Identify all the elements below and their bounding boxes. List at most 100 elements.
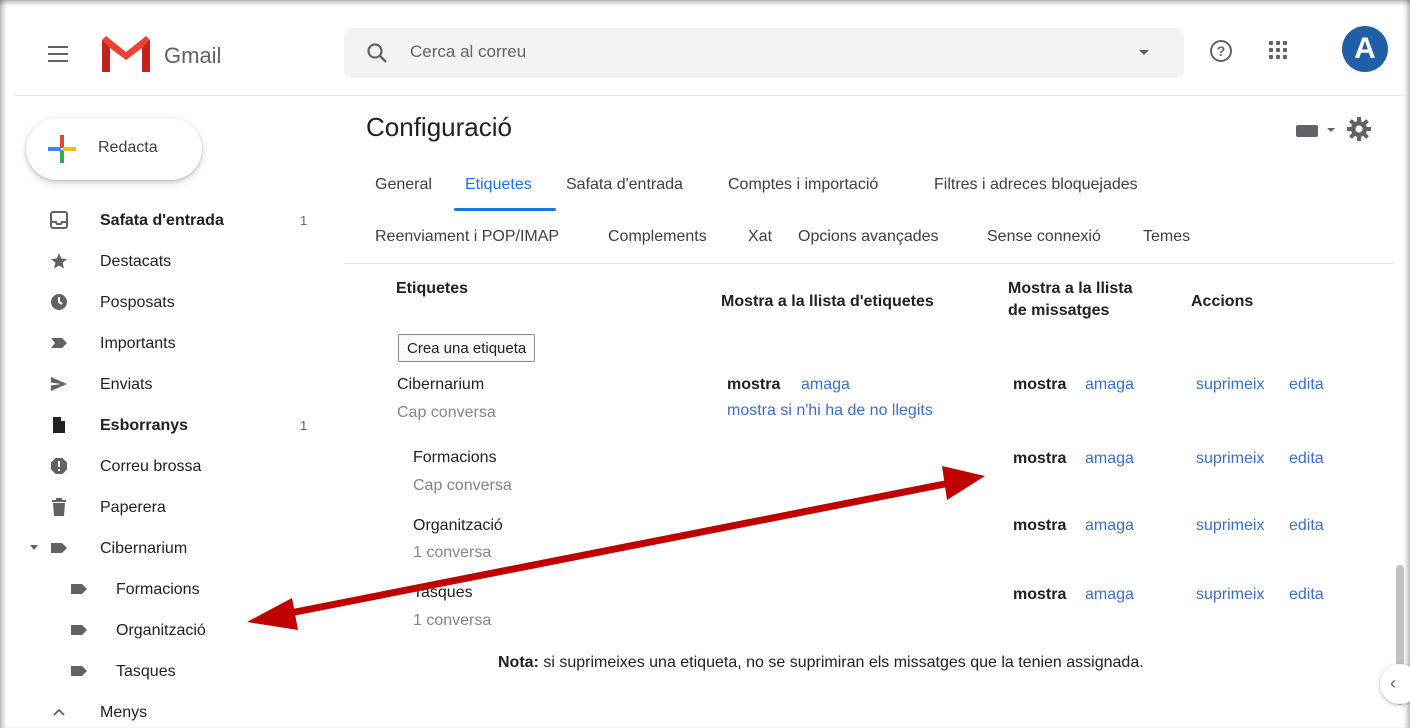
column-header-message-list: Mostra a la llista de missatges bbox=[1008, 278, 1133, 322]
sidebar-item-label: Tasques bbox=[116, 663, 176, 680]
sidebar-item-label: Formacions bbox=[116, 581, 200, 598]
main-menu-button[interactable] bbox=[48, 46, 68, 62]
tab-etiquetes[interactable]: Etiquetes bbox=[465, 176, 532, 194]
sidebar-item-trash[interactable]: Paperera bbox=[20, 487, 320, 528]
sidebar-item-snoozed[interactable]: Posposats bbox=[20, 282, 320, 323]
label-name: Formacions bbox=[413, 449, 497, 466]
sidebar-item-important[interactable]: Importants bbox=[20, 323, 320, 364]
label-name: Cibernarium bbox=[397, 376, 485, 393]
sidebar-item-label: Esborranys bbox=[100, 417, 189, 434]
sidebar-nav: Safata d'entrada 1 Destacats Posposats I… bbox=[20, 200, 320, 728]
label-icon bbox=[71, 666, 87, 676]
sidebar-item-drafts[interactable]: Esborranys 1 bbox=[20, 405, 320, 446]
inbox-icon bbox=[50, 211, 68, 229]
sidebar-item-less[interactable]: Menys bbox=[20, 692, 320, 728]
delete-label-link[interactable]: suprimeix bbox=[1196, 517, 1264, 535]
tab-xat[interactable]: Xat bbox=[748, 228, 772, 246]
search-icon[interactable] bbox=[366, 42, 388, 64]
expand-caret-icon[interactable] bbox=[30, 545, 38, 550]
message-list-show: mostra bbox=[1013, 517, 1067, 534]
trash-icon bbox=[52, 498, 66, 516]
sidebar-item-label: Posposats bbox=[100, 294, 175, 311]
sidebar-item-formacions[interactable]: Formacions bbox=[20, 569, 320, 610]
search-bar[interactable] bbox=[344, 28, 1184, 78]
plus-icon bbox=[48, 135, 76, 163]
sidebar-item-label: Organització bbox=[116, 622, 206, 639]
column-header-label-list: Mostra a la llista d'etiquetes bbox=[721, 293, 934, 310]
apps-grid-icon[interactable] bbox=[1269, 41, 1289, 61]
message-list-hide-link[interactable]: amaga bbox=[1085, 586, 1134, 604]
help-icon[interactable]: ? bbox=[1210, 40, 1232, 62]
message-list-hide-link[interactable]: amaga bbox=[1085, 517, 1134, 535]
edit-label-link[interactable]: edita bbox=[1289, 517, 1324, 535]
note-text: si suprimeixes una etiqueta, no se supri… bbox=[538, 654, 1144, 671]
label-name: Tasques bbox=[413, 584, 473, 601]
sidebar-item-label: Enviats bbox=[100, 376, 153, 393]
draft-icon bbox=[53, 417, 65, 433]
edit-label-link[interactable]: edita bbox=[1289, 450, 1324, 468]
search-options-caret-icon[interactable] bbox=[1139, 50, 1149, 55]
label-conversation-count: Cap conversa bbox=[397, 404, 496, 421]
delete-label-note: Nota: si suprimeixes una etiqueta, no se… bbox=[498, 654, 1144, 672]
delete-label-link[interactable]: suprimeix bbox=[1196, 450, 1264, 468]
compose-button[interactable]: Redacta bbox=[26, 118, 202, 180]
compose-label: Redacta bbox=[98, 139, 158, 156]
tab-reenviament[interactable]: Reenviament i POP/IMAP bbox=[375, 228, 559, 246]
active-tab-indicator bbox=[454, 208, 556, 211]
label-list-show: mostra bbox=[727, 376, 781, 393]
sidebar-item-label: Menys bbox=[100, 704, 148, 721]
tab-general[interactable]: General bbox=[375, 176, 432, 194]
sidebar-item-sent[interactable]: Enviats bbox=[20, 364, 320, 405]
column-header-actions: Accions bbox=[1191, 293, 1254, 310]
create-label-button[interactable]: Crea una etiqueta bbox=[398, 334, 536, 362]
sidebar-item-label: Correu brossa bbox=[100, 458, 202, 475]
delete-label-link[interactable]: suprimeix bbox=[1196, 376, 1264, 394]
unread-count: 1 bbox=[300, 213, 308, 228]
column-header-labels: Etiquetes bbox=[396, 280, 469, 297]
input-tools-caret-icon[interactable] bbox=[1327, 128, 1335, 132]
tab-comptes[interactable]: Comptes i importació bbox=[728, 176, 878, 194]
column-header-message-list-line2: de missatges bbox=[1008, 302, 1110, 319]
message-list-hide-link[interactable]: amaga bbox=[1085, 376, 1134, 394]
tab-filtres[interactable]: Filtres i adreces bloquejades bbox=[934, 176, 1138, 194]
message-list-show: mostra bbox=[1013, 586, 1067, 603]
sidebar-item-label: Destacats bbox=[100, 253, 172, 270]
gear-icon[interactable] bbox=[1346, 116, 1372, 142]
account-avatar[interactable]: A bbox=[1342, 26, 1388, 72]
edit-label-link[interactable]: edita bbox=[1289, 586, 1324, 604]
sidebar-item-starred[interactable]: Destacats bbox=[20, 241, 320, 282]
unread-count: 1 bbox=[300, 418, 308, 433]
star-icon bbox=[51, 253, 67, 269]
sidebar-item-label: Safata d'entrada bbox=[100, 212, 224, 229]
search-input[interactable] bbox=[410, 42, 1110, 62]
sidebar-item-label: Paperera bbox=[100, 499, 166, 516]
sidebar-item-spam[interactable]: Correu brossa bbox=[20, 446, 320, 487]
label-list-hide-link[interactable]: amaga bbox=[801, 376, 850, 394]
page-title: Configuració bbox=[366, 112, 512, 142]
tab-safata-entrada[interactable]: Safata d'entrada bbox=[566, 176, 683, 194]
gmail-logo-icon[interactable] bbox=[100, 34, 152, 74]
label-icon bbox=[71, 625, 87, 635]
edit-label-link[interactable]: edita bbox=[1289, 376, 1324, 394]
delete-label-link[interactable]: suprimeix bbox=[1196, 586, 1264, 604]
sidebar-item-tasques[interactable]: Tasques bbox=[20, 651, 320, 692]
label-conversation-count: 1 conversa bbox=[413, 544, 492, 561]
sidebar-item-cibernarium[interactable]: Cibernarium bbox=[20, 528, 320, 569]
sidebar-item-label: Importants bbox=[100, 335, 176, 352]
keyboard-icon[interactable] bbox=[1296, 125, 1318, 137]
sidebar-item-label: Cibernarium bbox=[100, 540, 188, 557]
column-header-message-list-line1: Mostra a la llista bbox=[1008, 280, 1133, 297]
tab-complements[interactable]: Complements bbox=[608, 228, 707, 246]
label-conversation-count: Cap conversa bbox=[413, 477, 512, 494]
label-conversation-count: 1 conversa bbox=[413, 612, 492, 629]
tab-temes[interactable]: Temes bbox=[1143, 228, 1190, 246]
sidebar-item-inbox[interactable]: Safata d'entrada 1 bbox=[20, 200, 320, 241]
label-icon bbox=[71, 584, 87, 594]
spam-icon bbox=[51, 458, 67, 474]
message-list-show: mostra bbox=[1013, 450, 1067, 467]
message-list-hide-link[interactable]: amaga bbox=[1085, 450, 1134, 468]
tab-opcions-avancades[interactable]: Opcions avançades bbox=[798, 228, 939, 246]
label-list-show-unread-link[interactable]: mostra si n'hi ha de no llegits bbox=[727, 402, 933, 420]
sidebar-item-organitzacio[interactable]: Organització bbox=[20, 610, 320, 651]
tab-sense-connexio[interactable]: Sense connexió bbox=[987, 228, 1101, 246]
